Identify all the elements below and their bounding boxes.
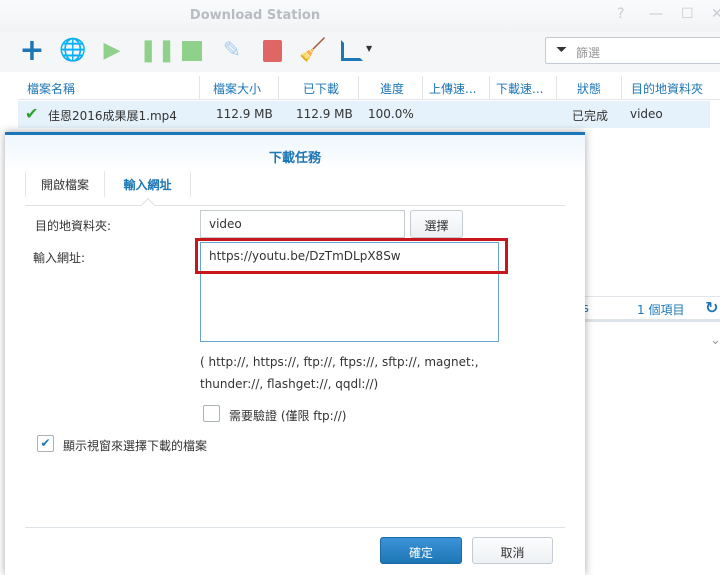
minimize-button[interactable]: — [649,6,663,22]
filter-input[interactable] [545,37,720,64]
destination-label: 目的地資料夾: [35,219,112,233]
url-label: 輸入網址: [33,251,86,265]
cancel-button[interactable]: 取消 [472,537,553,564]
add-url-globe-icon[interactable]: 🌐 [59,38,86,64]
column-status[interactable]: 狀態 [577,80,601,97]
expand-chevron-icon[interactable]: ⌄ [710,333,720,348]
item-count: 1 個項目 [637,303,685,317]
maximize-button[interactable]: ☐ [681,6,694,22]
column-download-speed[interactable]: 下載速... [496,80,543,97]
choose-button[interactable]: 選擇 [410,210,463,238]
ok-button[interactable]: 確定 [380,537,462,564]
cell-status: 已完成 [572,109,609,123]
column-name[interactable]: 檔案名稱 [27,80,75,97]
auth-checkbox[interactable] [203,405,220,422]
destination-field[interactable]: video [200,210,405,238]
cell-progress: 100.0% [368,107,414,121]
app-title: Download Station [189,8,321,23]
close-button[interactable]: ✕ [711,6,720,22]
cell-downloaded: 112.9 MB [296,107,353,121]
edit-icon[interactable]: ✎ [219,38,245,64]
filter-placeholder: 篩選 [576,46,601,60]
dialog-title: 下載任務 [268,151,321,166]
cell-size: 112.9 MB [216,107,273,121]
auth-label: 需要驗證 (僅限 ftp://) [229,409,347,423]
column-downloaded[interactable]: 已下載 [303,80,339,97]
grid-header [18,75,720,100]
clear-broom-icon[interactable]: 🧹 [299,38,326,64]
share-icon[interactable] [341,40,363,61]
help-button[interactable]: ? [617,6,624,22]
column-destination[interactable]: 目的地資料夾 [631,80,703,97]
delete-icon[interactable] [263,40,282,62]
chevron-down-icon[interactable]: ▼ [366,44,372,53]
filter-icon: ⏷ [556,42,568,58]
refresh-icon[interactable]: ↻ [705,298,718,317]
add-icon[interactable]: + [19,36,45,66]
pause-icon[interactable]: ❚❚ [139,38,176,64]
cell-name: 佳恩2016成果展1.mp4 [48,109,177,123]
tab-open-file[interactable]: 開啟檔案 [25,171,105,197]
cell-destination: video [630,107,663,121]
check-icon: ✔ [25,104,39,123]
column-size[interactable]: 檔案大小 [213,80,261,97]
highlight-box [195,238,508,274]
show-window-label: 顯示視窗來選擇下載的檔案 [63,439,208,453]
column-upload-speed[interactable]: 上傳速... [429,80,476,97]
url-hint-line2: thunder://, flashget://, qqdl://) [200,377,379,391]
stop-icon[interactable] [182,41,202,61]
column-progress[interactable]: 進度 [380,80,404,97]
download-task-dialog: 下載任務 開啟檔案 輸入網址 目的地資料夾: video 選擇 輸入網址: ht… [5,132,585,575]
show-window-checkbox[interactable]: ✔ [37,435,54,452]
url-hint-line1: ( http://, https://, ftp://, ftps://, sf… [200,355,479,369]
tab-enter-url[interactable]: 輸入網址 [105,171,191,197]
resume-icon[interactable]: ▶ [99,38,125,64]
